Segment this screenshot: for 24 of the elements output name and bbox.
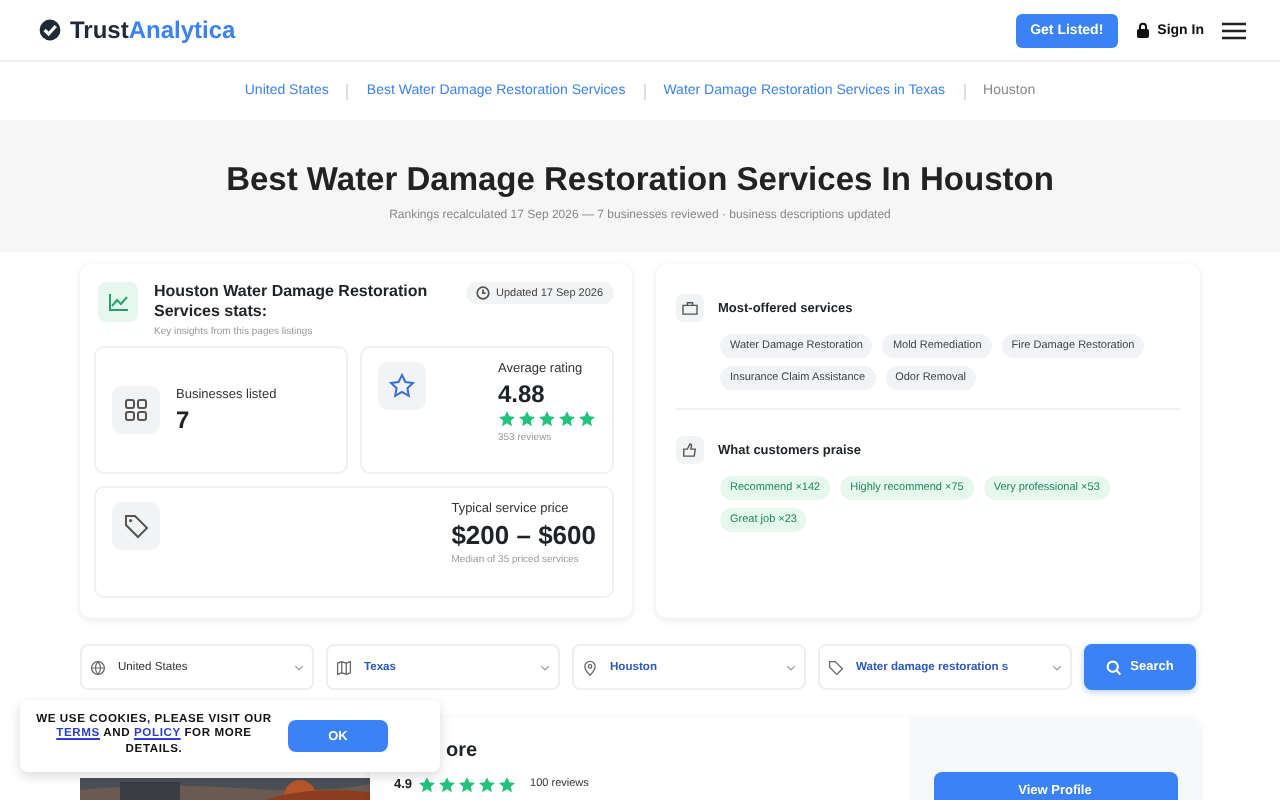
- business-name[interactable]: ore: [446, 740, 478, 762]
- stat-value: 7: [176, 405, 192, 433]
- logo-icon: [38, 18, 62, 42]
- tag-icon: [828, 659, 844, 675]
- pin-icon: [582, 659, 598, 675]
- lock-icon: [1135, 22, 1150, 38]
- thumbs-up-icon: [676, 436, 704, 464]
- search-icon: [1106, 659, 1123, 675]
- chevron-icon: [294, 663, 304, 671]
- tag-icon: [112, 502, 160, 550]
- stat-value: 4.88: [498, 380, 547, 408]
- globe-icon: [90, 659, 106, 675]
- chevron-icon: [540, 663, 550, 671]
- chevron-icon: [786, 663, 796, 671]
- page-title: Best Water Damage Restoration Services In Houston: [226, 162, 1054, 200]
- menu-icon[interactable]: [1222, 21, 1246, 39]
- stats-title: Houston Water Damage Restoration Services stats:: [154, 282, 430, 322]
- briefcase-icon: [676, 294, 704, 322]
- logo-text[interactable]: TrustAnalytica: [70, 16, 236, 44]
- chevron-icon: [1052, 663, 1062, 671]
- map-icon: [336, 659, 352, 675]
- grid-icon: [112, 386, 160, 434]
- chart-icon: [98, 282, 138, 322]
- stat-value: $200 – $600: [451, 520, 596, 550]
